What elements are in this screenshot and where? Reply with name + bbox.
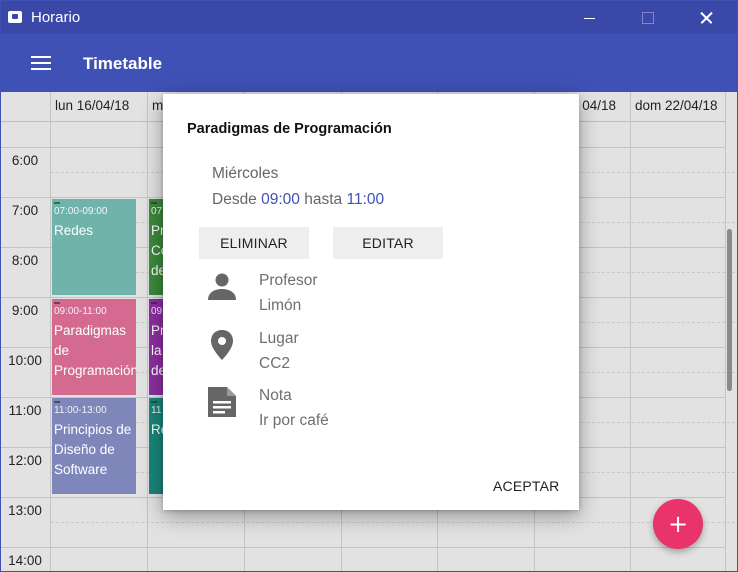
note-label: Nota [259, 387, 292, 404]
event-day: Miércoles [212, 165, 279, 182]
minimize-button[interactable] [566, 1, 612, 34]
title-bar: Horario [1, 1, 737, 34]
hour-label: 11:00 [8, 403, 42, 418]
professor-value: Limón [259, 297, 302, 314]
hour-label: 14:00 [8, 553, 42, 568]
event-time: 09 [151, 306, 163, 317]
add-event-button[interactable]: + [653, 499, 703, 549]
event-time-range: Desde 09:00 hasta 11:00 [212, 191, 384, 209]
dialog-title: Paradigmas de Programación [187, 121, 392, 137]
app-window: Horario Timetable lun 16/04/18 ma 04/18 … [0, 0, 738, 572]
app-bar: Timetable [1, 34, 737, 92]
event-name: Principios de Diseño de Software [54, 422, 132, 477]
hamburger-menu-icon[interactable] [31, 54, 53, 72]
start-time: 09:00 [261, 191, 300, 208]
maximize-button[interactable] [624, 1, 670, 34]
event-time: 09:00-11:00 [54, 306, 107, 317]
window-title: Horario [31, 9, 81, 26]
event-block[interactable]: 09:00-11:00 Paradigmas de Programación [52, 299, 136, 395]
event-time: 07 [151, 206, 163, 217]
event-name: Pr Co de [151, 223, 165, 278]
professor-label: Profesor [259, 272, 318, 289]
note-icon [208, 387, 236, 417]
hour-label: 6:00 [11, 153, 39, 168]
to-label: hasta [304, 191, 343, 208]
day-header-monday: lun 16/04/18 [50, 92, 147, 122]
person-icon [208, 273, 236, 300]
event-name: Redes [54, 223, 94, 238]
hour-label: 13:00 [8, 503, 42, 518]
place-value: CC2 [259, 355, 291, 372]
event-name: Pr la de [151, 323, 165, 378]
event-block[interactable]: 11:00-13:00 Principios de Diseño de Soft… [52, 398, 136, 494]
hour-label: 12:00 [8, 453, 42, 468]
event-name: Re [151, 422, 165, 437]
close-button[interactable] [683, 1, 729, 34]
vertical-scrollbar[interactable] [727, 229, 732, 391]
hour-label: 9:00 [11, 303, 39, 318]
event-time: 07:00-09:00 [54, 206, 108, 217]
day-header-sunday: dom 22/04/18 [630, 92, 725, 122]
hour-label: 10:00 [8, 353, 42, 368]
hour-label: 7:00 [11, 203, 39, 218]
delete-button[interactable]: ELIMINAR [199, 227, 309, 259]
end-time: 11:00 [346, 191, 385, 208]
event-block[interactable]: 07:00-09:00 Redes [52, 199, 136, 295]
page-title: Timetable [83, 54, 163, 73]
from-label: Desde [212, 191, 257, 208]
edit-button[interactable]: EDITAR [333, 227, 443, 259]
event-time: 11:00-13:00 [54, 405, 107, 416]
note-value: Ir por café [259, 412, 329, 429]
hour-label: 8:00 [11, 253, 39, 268]
event-name: Paradigmas de Programación [54, 323, 136, 378]
accept-button[interactable]: ACEPTAR [493, 478, 560, 494]
place-label: Lugar [259, 330, 299, 347]
location-pin-icon [211, 330, 233, 360]
event-time: 11 [151, 405, 162, 416]
app-icon [8, 11, 22, 23]
event-detail-dialog: Paradigmas de Programación Miércoles Des… [163, 94, 579, 510]
